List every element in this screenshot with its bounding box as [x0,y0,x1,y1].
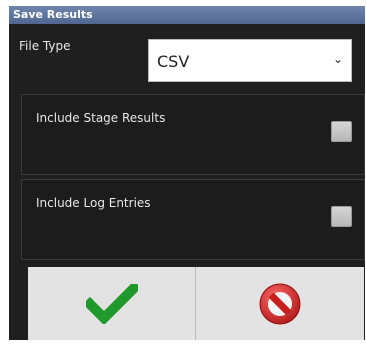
include-stage-results-checkbox[interactable] [331,121,352,142]
include-stage-results-panel: Include Stage Results [21,94,365,175]
file-type-select[interactable]: CSV ⌄ [148,39,352,82]
cancel-button[interactable] [196,267,364,340]
no-entry-icon [259,283,301,324]
checkmark-icon [85,283,138,324]
dialog-button-bar [28,267,364,340]
save-results-dialog: Save Results File Type CSV ⌄ Include Sta… [9,6,365,340]
file-type-value: CSV [157,52,190,71]
file-type-label: File Type [19,39,71,53]
include-log-entries-label: Include Log Entries [36,196,151,210]
chevron-down-icon: ⌄ [332,52,343,66]
include-log-entries-panel: Include Log Entries [21,179,365,260]
include-stage-results-label: Include Stage Results [36,111,166,125]
include-log-entries-checkbox[interactable] [331,206,352,227]
ok-button[interactable] [28,267,196,340]
dialog-title: Save Results [9,6,365,24]
